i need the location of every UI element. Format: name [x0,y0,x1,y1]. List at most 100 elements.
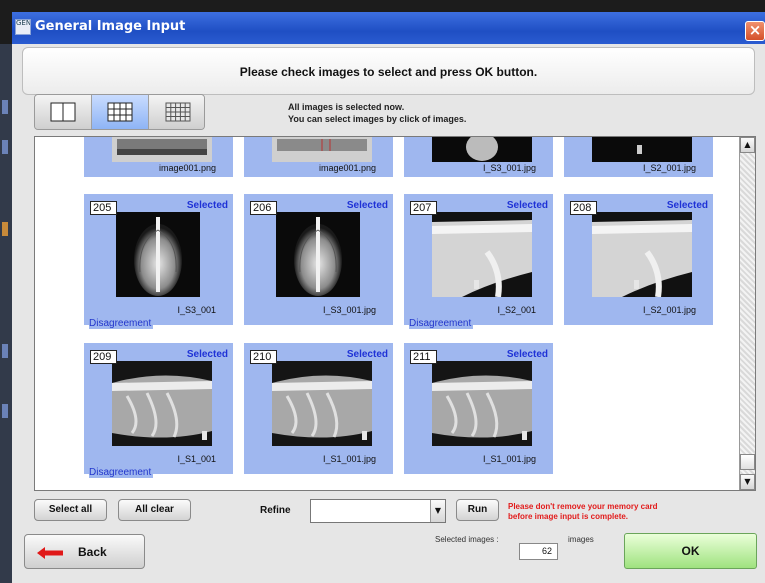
image-tile[interactable]: 206 Selected I_S3_001.jpg [244,194,393,325]
image-filename: I_S3_001.jpg [322,305,376,315]
run-button[interactable]: Run [456,499,499,521]
view-four-column-button[interactable] [149,95,204,129]
images-unit-label: images [568,535,594,544]
back-button[interactable]: Back [24,534,145,569]
selected-badge: Selected [346,349,388,360]
all-clear-button[interactable]: All clear [118,499,191,521]
back-arrow-icon [37,547,63,559]
lateral-xray-image [592,212,692,297]
image-tile[interactable]: image001.png [244,137,393,177]
image-tile[interactable]: I_S2_001.jpg [564,137,713,177]
refine-dropdown[interactable]: ▼ [310,499,446,523]
scroll-down-icon: ▼ [744,477,751,486]
scroll-up-icon: ▲ [744,140,751,149]
select-all-button[interactable]: Select all [34,499,107,521]
view-mode-toggle [34,94,205,130]
image-number: 209 [90,350,117,364]
close-button[interactable]: × [745,21,765,41]
selected-badge: Selected [666,200,708,211]
three-column-grid-icon [107,102,133,122]
image-tile[interactable]: image001.png [84,137,233,177]
scroll-down-button[interactable]: ▼ [740,474,755,490]
image-thumbnail [112,137,212,162]
edge-mark [2,344,8,358]
image-tile[interactable]: 209 Selected I_S1_001 Disagreement [84,343,233,478]
vertical-scrollbar[interactable]: ▲ ▼ [739,137,755,490]
image-thumbnail [112,361,212,446]
warning-line2: before image input is complete. [508,512,629,521]
edge-mark [2,140,8,154]
image-thumbnail [432,361,532,446]
image-filename: image001.png [158,163,216,173]
edge-mark [2,100,8,114]
image-filename: I_S3_001.jpg [482,163,536,173]
memory-card-warning: Please don't remove your memory card bef… [508,502,658,522]
image-filename: I_S2_001.jpg [642,163,696,173]
selected-badge: Selected [506,200,548,211]
edge-mark [2,404,8,418]
image-grid[interactable]: image001.png image001.png I_S3_001.jpg I… [34,136,756,491]
instruction-header: Please check images to select and press … [22,47,755,95]
image-thumbnail [272,137,372,162]
image-thumbnail [276,212,360,297]
image-number: 205 [90,201,117,215]
image-filename: I_S1_001.jpg [322,454,376,464]
image-tile[interactable]: 207 Selected I_S2_001 Disagreement [404,194,553,329]
app-icon: GEN [15,19,31,35]
selected-badge: Selected [186,200,228,211]
image-filename: I_S1_001 [177,454,216,464]
dropdown-arrow-icon[interactable]: ▼ [430,500,445,522]
selected-images-count: 62 [519,543,558,560]
window-title: General Image Input [35,19,186,34]
image-number: 208 [570,201,597,215]
image-number: 206 [250,201,277,215]
dialog-window: GEN General Image Input × Please check i… [0,0,765,583]
chest-xray-image [432,361,532,446]
four-column-grid-icon [165,102,190,122]
image-filename: I_S3_001 [177,305,216,315]
scrollbar-thumb[interactable] [740,454,755,470]
image-tile[interactable]: 208 Selected I_S2_001.jpg [564,194,713,325]
image-filename: I_S1_001.jpg [482,454,536,464]
title-bar[interactable]: GEN General Image Input × [12,12,765,44]
disagreement-label: Disagreement [409,318,474,329]
image-tile[interactable]: 205 Selected I_S3_001 Disagreement [84,194,233,329]
image-thumbnail [592,212,692,297]
selection-info-line1: All images is selected now. [288,102,405,112]
view-three-column-button[interactable] [92,95,149,129]
image-number: 210 [250,350,277,364]
vd-xray-image [294,217,342,296]
image-filename: I_S2_001 [497,305,536,315]
background-window-edge [0,44,12,583]
image-thumbnail [116,212,200,297]
two-column-icon [50,102,76,122]
image-thumbnail [272,361,372,446]
warning-line1: Please don't remove your memory card [508,502,658,511]
selected-images-label: Selected images : [435,535,499,544]
selected-badge: Selected [506,349,548,360]
image-thumbnail [432,137,532,162]
selection-info: All images is selected now. You can sele… [288,101,466,125]
ok-button[interactable]: OK [624,533,757,569]
image-tile[interactable]: I_S3_001.jpg [404,137,553,177]
refine-label: Refine [260,505,291,516]
view-two-column-button[interactable] [35,95,92,129]
selected-badge: Selected [186,349,228,360]
image-thumbnail [432,212,532,297]
image-thumbnail [592,137,692,162]
image-number: 211 [410,350,437,364]
scroll-up-button[interactable]: ▲ [740,137,755,153]
selection-info-line2: You can select images by click of images… [288,114,467,124]
close-icon: × [748,21,762,39]
image-tile[interactable]: 210 Selected I_S1_001.jpg [244,343,393,474]
chest-xray-image [112,361,212,446]
disagreement-label: Disagreement [89,318,154,329]
selected-badge: Selected [346,200,388,211]
disagreement-label: Disagreement [89,467,154,478]
image-tile[interactable]: 211 Selected I_S1_001.jpg [404,343,553,474]
lateral-xray-image [432,212,532,297]
image-filename: I_S2_001.jpg [642,305,696,315]
image-number: 207 [410,201,437,215]
image-filename: image001.png [318,163,376,173]
vd-xray-image [134,217,182,296]
